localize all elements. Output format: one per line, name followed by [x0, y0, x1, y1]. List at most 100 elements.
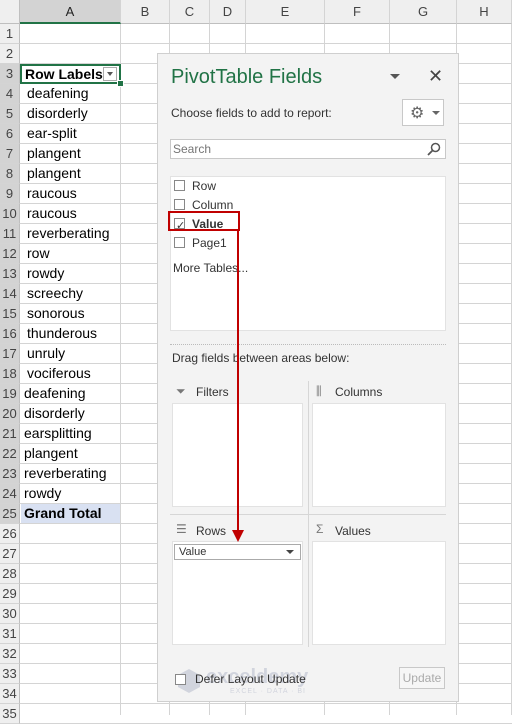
row-label-cell[interactable]: thunderous	[21, 324, 120, 343]
values-drop-area[interactable]	[312, 541, 446, 645]
field-list: Row Column ✓ Value Page1 More Tables...	[170, 176, 446, 331]
row-label-cell[interactable]: plangent	[21, 164, 120, 183]
row-label-cell[interactable]: sonorous	[21, 304, 120, 323]
row-label-cell[interactable]: plangent	[21, 144, 120, 163]
filter-icon: ⏷	[176, 384, 186, 398]
row-label-cell[interactable]: rowdy	[21, 484, 120, 503]
row-number[interactable]: 16	[0, 324, 20, 344]
search-box[interactable]	[170, 139, 446, 159]
row-label-cell[interactable]: reverberating	[21, 464, 120, 483]
row-number[interactable]: 1	[0, 24, 20, 44]
search-input[interactable]	[171, 140, 423, 158]
row-label-cell[interactable]: row	[21, 244, 120, 263]
highlight-box	[168, 211, 240, 231]
row-number[interactable]: 34	[0, 684, 20, 704]
area-separator-horizontal	[170, 514, 446, 515]
row-number[interactable]: 6	[0, 124, 20, 144]
row-number[interactable]: 29	[0, 584, 20, 604]
field-checkbox[interactable]	[174, 199, 185, 210]
row-label-cell[interactable]: disorderly	[21, 404, 120, 423]
defer-checkbox[interactable]	[175, 674, 186, 685]
row-number[interactable]: 14	[0, 284, 20, 304]
select-all-corner[interactable]	[0, 0, 20, 24]
field-checkbox[interactable]	[174, 180, 185, 191]
row-number[interactable]: 11	[0, 224, 20, 244]
row-number[interactable]: 19	[0, 384, 20, 404]
row-label-cell[interactable]: deafening	[21, 384, 120, 403]
row-label-cell[interactable]: rowdy	[21, 264, 120, 283]
more-tables-link[interactable]: More Tables...	[173, 261, 248, 275]
rows-field-label: Value	[179, 546, 207, 558]
pane-title: PivotTable Fields	[171, 66, 323, 88]
row-number[interactable]: 17	[0, 344, 20, 364]
pane-options-dropdown[interactable]	[390, 74, 400, 79]
row-number[interactable]: 2	[0, 44, 20, 64]
row-label-cell[interactable]: screechy	[21, 284, 120, 303]
row-label-cell[interactable]: disorderly	[21, 104, 120, 123]
row-number[interactable]: 30	[0, 604, 20, 624]
rows-field-value[interactable]: Value	[174, 544, 301, 560]
column-header-d[interactable]: D	[210, 0, 246, 24]
row-labels-text: Row Labels	[25, 66, 103, 82]
row-number[interactable]: 5	[0, 104, 20, 124]
row-number[interactable]: 35	[0, 704, 20, 724]
column-header-g[interactable]: G	[390, 0, 457, 24]
filter-dropdown-icon[interactable]	[103, 67, 117, 81]
pivottable-fields-pane: PivotTable Fields ✕ Choose fields to add…	[157, 53, 459, 702]
row-number[interactable]: 8	[0, 164, 20, 184]
row-number[interactable]: 27	[0, 544, 20, 564]
grand-total-cell[interactable]: Grand Total	[21, 504, 120, 523]
column-header-e[interactable]: E	[246, 0, 325, 24]
row-label-cell[interactable]: plangent	[21, 444, 120, 463]
column-header-c[interactable]: C	[170, 0, 210, 24]
row-number[interactable]: 12	[0, 244, 20, 264]
tools-button[interactable]: ⚙	[402, 99, 444, 126]
column-header-h[interactable]: H	[457, 0, 512, 24]
sheet-row: 1	[0, 24, 512, 44]
filters-drop-area[interactable]	[172, 403, 303, 507]
row-number[interactable]: 15	[0, 304, 20, 324]
row-number[interactable]: 18	[0, 364, 20, 384]
row-number[interactable]: 24	[0, 484, 20, 504]
close-icon[interactable]: ✕	[428, 66, 443, 86]
sheet-row: 35	[0, 704, 512, 724]
row-number[interactable]: 21	[0, 424, 20, 444]
gear-icon: ⚙	[410, 105, 425, 122]
field-label: Row	[192, 179, 217, 193]
columns-drop-area[interactable]	[312, 403, 446, 507]
row-number[interactable]: 31	[0, 624, 20, 644]
row-label-cell[interactable]: raucous	[21, 204, 120, 223]
row-number[interactable]: 13	[0, 264, 20, 284]
row-number[interactable]: 4	[0, 84, 20, 104]
column-header-f[interactable]: F	[325, 0, 390, 24]
row-number[interactable]: 3	[0, 64, 20, 84]
sigma-icon: Σ	[316, 522, 324, 536]
row-label-cell[interactable]: raucous	[21, 184, 120, 203]
row-number[interactable]: 26	[0, 524, 20, 544]
chevron-down-icon	[286, 550, 294, 554]
row-number[interactable]: 9	[0, 184, 20, 204]
row-label-cell[interactable]: unruly	[21, 344, 120, 363]
row-number[interactable]: 22	[0, 444, 20, 464]
row-number[interactable]: 7	[0, 144, 20, 164]
row-label-cell[interactable]: earsplitting	[21, 424, 120, 443]
row-number[interactable]: 25	[0, 504, 20, 524]
column-header-a[interactable]: A	[20, 0, 121, 24]
update-button[interactable]: Update	[399, 667, 445, 689]
column-header-b[interactable]: B	[121, 0, 170, 24]
row-label-cell[interactable]: reverberating	[21, 224, 120, 243]
row-number[interactable]: 32	[0, 644, 20, 664]
row-labels-header-cell[interactable]: Row Labels	[20, 64, 121, 84]
row-label-cell[interactable]: vociferous	[21, 364, 120, 383]
watermark-subtitle: EXCEL · DATA · BI	[230, 688, 306, 695]
defer-label: Defer Layout Update	[195, 672, 306, 686]
row-label-cell[interactable]: deafening	[21, 84, 120, 103]
row-number[interactable]: 10	[0, 204, 20, 224]
row-label-cell[interactable]: ear-split	[21, 124, 120, 143]
field-label: Page1	[192, 236, 227, 250]
row-number[interactable]: 33	[0, 664, 20, 684]
row-number[interactable]: 28	[0, 564, 20, 584]
row-number[interactable]: 20	[0, 404, 20, 424]
field-checkbox[interactable]	[174, 237, 185, 248]
row-number[interactable]: 23	[0, 464, 20, 484]
